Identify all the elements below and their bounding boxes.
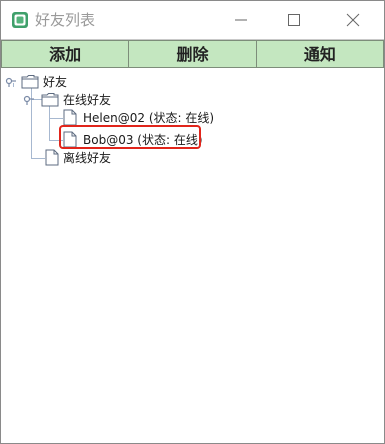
friend-list-window: 好友列表 添加 删除 通知 好友 在线好友 Helen@02 (状态: 在线) … bbox=[0, 0, 385, 444]
file-icon bbox=[45, 149, 59, 166]
expand-handle-icon[interactable] bbox=[23, 95, 35, 105]
app-icon bbox=[11, 11, 29, 29]
notify-button[interactable]: 通知 bbox=[256, 40, 384, 68]
tree-node-online-group[interactable]: 在线好友 bbox=[23, 91, 143, 109]
minimize-icon bbox=[235, 19, 247, 21]
expand-handle-icon[interactable] bbox=[5, 77, 17, 87]
file-icon bbox=[63, 109, 77, 126]
selection-highlight-box bbox=[59, 125, 201, 149]
tree-line bbox=[49, 118, 63, 119]
online-group-label: 在线好友 bbox=[63, 93, 112, 107]
tree-node-offline-group[interactable]: 离线好友 bbox=[45, 149, 165, 167]
folder-open-icon bbox=[21, 75, 39, 89]
tree-line bbox=[31, 158, 45, 159]
toolbar: 添加 删除 通知 bbox=[1, 39, 384, 70]
offline-group-label: 离线好友 bbox=[63, 151, 112, 165]
delete-button[interactable]: 删除 bbox=[129, 40, 257, 68]
maximize-icon bbox=[288, 14, 300, 26]
minimize-button[interactable] bbox=[216, 1, 266, 39]
window-title: 好友列表 bbox=[35, 11, 96, 29]
title-bar[interactable]: 好友列表 bbox=[1, 1, 384, 39]
tree-node-root[interactable]: 好友 bbox=[5, 73, 125, 91]
close-button[interactable] bbox=[328, 1, 378, 39]
add-button[interactable]: 添加 bbox=[1, 40, 130, 68]
maximize-button[interactable] bbox=[269, 1, 319, 39]
close-icon bbox=[346, 13, 360, 27]
tree-root-label: 好友 bbox=[43, 75, 68, 89]
folder-open-icon bbox=[41, 93, 59, 107]
tree-line bbox=[49, 105, 50, 141]
